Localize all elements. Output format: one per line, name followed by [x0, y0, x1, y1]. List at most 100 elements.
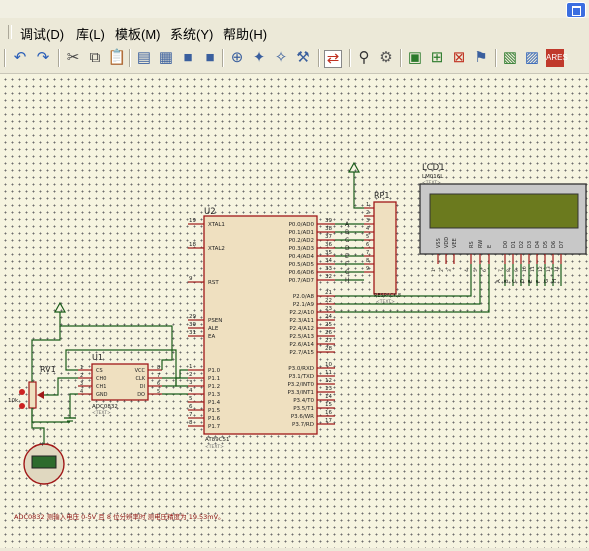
toolbar-separator	[4, 49, 6, 67]
u2-pin-num: 38	[325, 226, 332, 232]
redo-icon[interactable]: ↷	[33, 48, 53, 68]
p0-bus-label: F	[345, 261, 349, 268]
lcd-pin-name: VDD	[444, 237, 450, 248]
pcb-icon[interactable]: ▧	[500, 48, 520, 68]
u1-pin-num: 8	[157, 365, 160, 371]
u2-pin-name: P2.2/A10	[289, 310, 314, 316]
rv1-dec-button[interactable]	[19, 389, 25, 395]
u2-pin-num: 7	[189, 412, 193, 418]
u2-pin-num: 37	[325, 234, 332, 240]
help-icon[interactable]: ▨	[522, 48, 542, 68]
u2-pin-num: 34	[325, 258, 332, 264]
u2-pin-name: P0.7/AD7	[289, 278, 315, 284]
lcd-pin-num: 8	[506, 269, 512, 272]
u2-ref: U2	[204, 207, 216, 217]
lcd-pin-name: RW	[478, 240, 484, 248]
lcd-pin-num: 13	[546, 266, 552, 272]
u2-pin-num: 4	[189, 388, 193, 394]
rv1-value: 10k	[8, 398, 19, 404]
rp1-pin-num: 4	[366, 226, 369, 232]
rv1-ref: RV1	[40, 365, 56, 374]
u1-pin-num: 2	[80, 373, 83, 379]
rp1-pin-num: 2	[366, 210, 369, 216]
lcd-pin-name: D3	[527, 241, 533, 248]
pick-icon[interactable]: ▦	[156, 48, 176, 68]
undo-icon[interactable]: ↶	[10, 48, 30, 68]
lcd-pin-name: D7	[559, 241, 565, 248]
delete-sheet-icon[interactable]: ⊠	[449, 48, 469, 68]
block2-icon[interactable]: ■	[200, 48, 220, 68]
u2-pin-num: 1	[189, 364, 193, 370]
rp1-pin-num: 9	[366, 266, 369, 272]
u2-pin-num: 19	[189, 218, 196, 224]
menu-template[interactable]: 模板(M)	[115, 24, 161, 43]
u1-pin-name: VCC	[135, 368, 146, 374]
lcd-bus-label: E	[528, 279, 534, 283]
add-sheet-icon[interactable]: ⊞	[427, 48, 447, 68]
u1-pin-num: 5	[157, 389, 160, 395]
u1-ref: U1	[92, 353, 103, 362]
lcd-bus-label: G	[544, 279, 550, 283]
lcd-pin-num: 1	[431, 269, 437, 272]
tool-icon[interactable]: ⚒	[293, 48, 313, 68]
u2-pin-num: 5	[189, 396, 193, 402]
p0-bus-label: D	[345, 245, 350, 252]
u2-pin-num: 29	[189, 314, 196, 320]
voltmeter-plus: +	[40, 441, 45, 448]
schematic-canvas[interactable]: U2 AT89C51 <TEXT> 19 XTAL1 18 XTAL2 9 RST 29 PSEN 3…	[0, 74, 589, 548]
u2-pin-name: P0.0/AD0	[289, 222, 315, 228]
lcd-pin-num: 2	[439, 269, 445, 272]
u2-pin-num: 14	[325, 394, 332, 400]
binoculars-icon[interactable]: ⚲	[354, 48, 374, 68]
rv1-wiper-wire	[44, 377, 78, 396]
wire-icon[interactable]: ✦	[249, 48, 269, 68]
lcd-pin-name: D1	[511, 241, 517, 248]
menu-system[interactable]: 系统(Y)	[170, 24, 213, 43]
u2-pin-name: P3.6/WR	[291, 414, 314, 420]
lcd-pin-name: E	[487, 245, 493, 248]
menu-help[interactable]: 帮助(H)	[223, 24, 267, 43]
cut-icon[interactable]: ✂	[63, 48, 83, 68]
u2-pin-num: 27	[325, 338, 332, 344]
u2-pin-name: P2.0/A8	[293, 294, 315, 300]
u1-pin-num: 7	[157, 373, 160, 379]
probe-icon[interactable]: ✧	[271, 48, 291, 68]
u2-pin-name: XTAL2	[208, 246, 225, 252]
maximize-button[interactable]	[566, 2, 586, 18]
u2-pin-num: 28	[325, 346, 332, 352]
p0-bus-label: G	[345, 269, 350, 276]
lcd-pin-num: 14	[554, 266, 560, 272]
copy-icon[interactable]: ⧉	[85, 48, 105, 68]
wrench-icon[interactable]: ⚙	[376, 48, 396, 68]
u2-part: AT89C51	[205, 437, 230, 443]
rv1-inc-button[interactable]	[19, 403, 25, 409]
u1-pin-name: CH0	[96, 376, 106, 382]
sheet-icon[interactable]: ▣	[405, 48, 425, 68]
u2-pin-name: P1.4	[208, 400, 221, 406]
u2-pin-name: P1.2	[208, 384, 220, 390]
lcd-pin-num: 12	[538, 266, 544, 272]
u2-pin-name: EA	[208, 334, 215, 340]
u2-pin-name: P3.3/INT1	[287, 390, 314, 396]
paste-icon[interactable]: 📋	[107, 48, 127, 68]
lcd-bus-label: C	[512, 279, 518, 283]
lcd-pin-num: 9	[514, 269, 520, 272]
align-icon[interactable]: ▤	[134, 48, 154, 68]
u1-gnd-wire	[69, 393, 78, 418]
lcd-bus-label: H	[552, 279, 558, 283]
u1-pin-num: 3	[80, 381, 83, 387]
u2-pin-num: 9	[189, 276, 193, 282]
u1-pin-name: CH1	[96, 384, 106, 390]
block-icon[interactable]: ■	[178, 48, 198, 68]
zoom-icon[interactable]: ⊕	[227, 48, 247, 68]
u2-pin-num: 23	[325, 306, 332, 312]
device-icon[interactable]: ⚑	[471, 48, 491, 68]
u2-pin-num: 8	[189, 420, 193, 426]
ares-icon[interactable]: ARES	[546, 49, 568, 67]
u1-part: ADC0832	[92, 404, 118, 410]
toolbar-separator	[222, 49, 224, 67]
menu-debug[interactable]: 调试(D)	[20, 24, 64, 43]
rp1-ref: RP1	[374, 191, 389, 200]
menu-library[interactable]: 库(L)	[76, 24, 105, 43]
netlist-icon[interactable]: ⇄	[324, 50, 342, 68]
